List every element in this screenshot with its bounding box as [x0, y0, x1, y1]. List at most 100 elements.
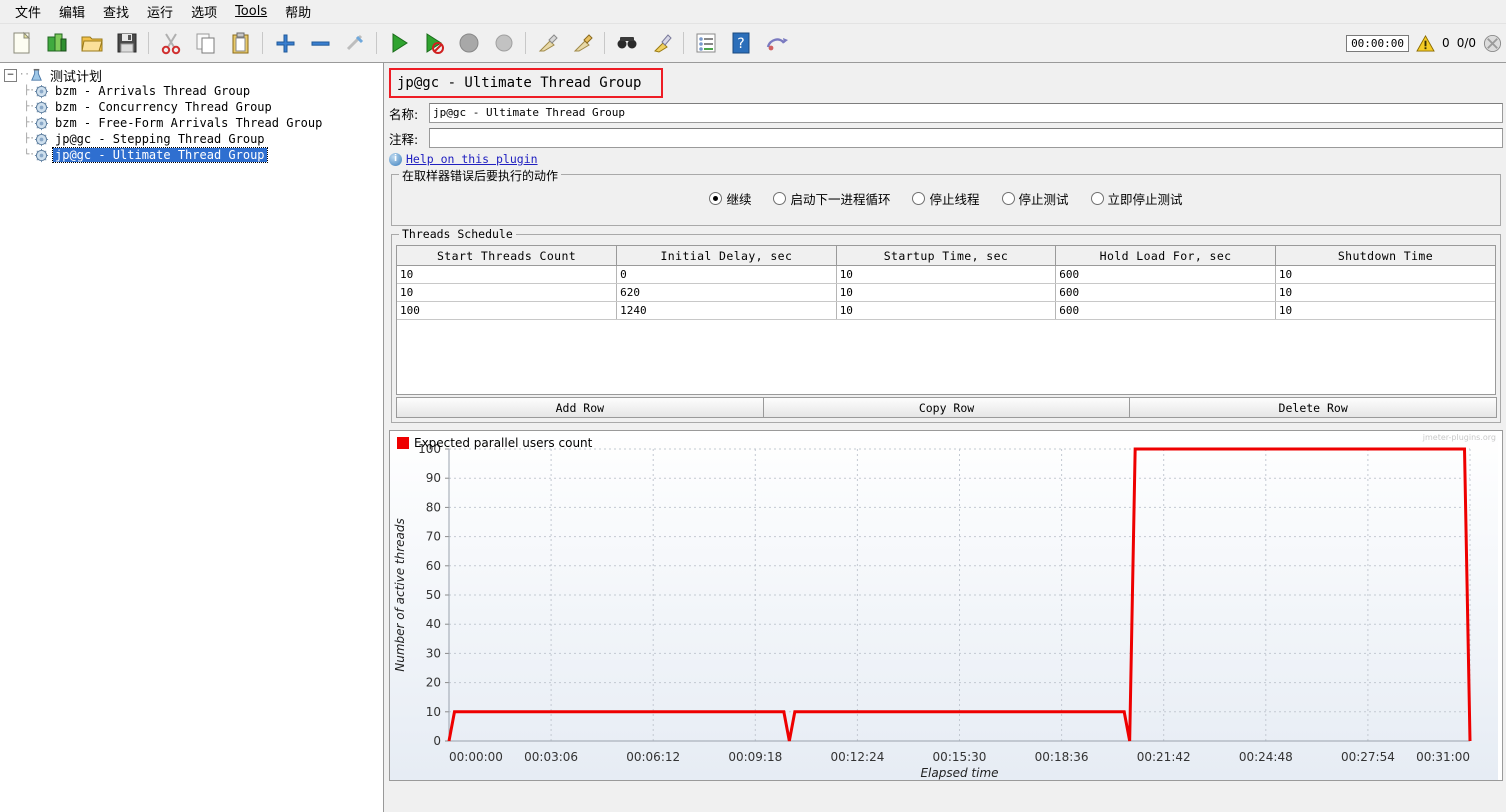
chart-canvas: 010203040506070809010000:00:00 00:03:06 00… [390, 431, 1498, 780]
search-reset-icon[interactable] [645, 27, 678, 59]
column-header-initial-delay[interactable]: Initial Delay, sec [616, 246, 837, 266]
cut-icon[interactable] [154, 27, 187, 59]
toggle-icon[interactable] [338, 27, 371, 59]
column-header-startup-time[interactable]: Startup Time, sec [836, 246, 1057, 266]
tree-root[interactable]: − ·· 测试计划 [0, 67, 383, 85]
open-folder-icon[interactable] [75, 27, 108, 59]
threads-schedule-table-wrapper[interactable]: Start Threads Count Initial Delay, sec S… [396, 245, 1496, 395]
save-icon[interactable] [110, 27, 143, 59]
start-icon[interactable] [382, 27, 415, 59]
delete-row-button[interactable]: Delete Row [1129, 397, 1498, 418]
copy-row-button[interactable]: Copy Row [762, 397, 1131, 418]
warning-count: 0 [1442, 36, 1450, 50]
test-plan-tree[interactable]: − ·· 测试计划 ├· bzm - Arrivals Thread Group [0, 63, 384, 812]
menu-help[interactable]: 帮助 [276, 0, 320, 23]
new-file-icon[interactable] [5, 27, 38, 59]
elapsed-timer: 00:00:00 [1346, 34, 1410, 52]
radio-stop-test[interactable]: 停止测试 [1001, 189, 1069, 208]
threads-schedule-table[interactable]: Start Threads Count Initial Delay, sec S… [397, 246, 1495, 320]
cell-startup-time[interactable]: 10 [836, 265, 1057, 284]
comment-input[interactable] [429, 128, 1503, 148]
menu-search[interactable]: 查找 [94, 0, 138, 23]
toolbar: ? 00:00:00 0 0/0 [0, 24, 1506, 63]
toolbar-separator-4 [521, 28, 530, 58]
cell-startup-time[interactable]: 10 [836, 301, 1057, 320]
tree-item-label: jp@gc - Stepping Thread Group [55, 132, 265, 146]
tree-item-arrivals[interactable]: ├· bzm - Arrivals Thread Group [0, 83, 383, 99]
tree-item-concurrency[interactable]: ├· bzm - Concurrency Thread Group [0, 99, 383, 115]
svg-text:00:09:18: 00:09:18 [728, 750, 782, 764]
clear-all-icon[interactable] [566, 27, 599, 59]
name-input[interactable]: jp@gc - Ultimate Thread Group [429, 103, 1503, 123]
cell-hold-load[interactable]: 600 [1055, 265, 1276, 284]
cell-start-threads[interactable]: 10 [397, 265, 618, 284]
expected-users-chart: Expected parallel users count jmeter-plu… [389, 430, 1503, 781]
start-no-pauses-icon[interactable] [417, 27, 450, 59]
help-on-plugin-link[interactable]: Help on this plugin [406, 152, 538, 166]
column-header-hold-load[interactable]: Hold Load For, sec [1055, 246, 1276, 266]
cell-start-threads[interactable]: 10 [397, 283, 618, 302]
cell-shutdown-time[interactable]: 10 [1275, 265, 1495, 284]
search-icon[interactable] [610, 27, 643, 59]
disabled-icon[interactable] [1483, 34, 1502, 53]
menu-edit[interactable]: 编辑 [50, 0, 94, 23]
tree-item-free-form-arrivals[interactable]: ├· bzm - Free-Form Arrivals Thread Group [0, 115, 383, 131]
tree-line: ├· [24, 102, 35, 112]
menu-options[interactable]: 选项 [182, 0, 226, 23]
svg-text:40: 40 [426, 617, 441, 631]
stop-icon[interactable] [452, 27, 485, 59]
svg-text:00:31:00: 00:31:00 [1416, 750, 1470, 764]
svg-text:?: ? [737, 36, 744, 52]
copy-icon[interactable] [189, 27, 222, 59]
tree-item-label: bzm - Arrivals Thread Group [55, 84, 251, 98]
add-row-button[interactable]: Add Row [396, 397, 764, 418]
shutdown-icon[interactable] [487, 27, 520, 59]
cell-shutdown-time[interactable]: 10 [1275, 283, 1495, 302]
expand-icon[interactable] [268, 27, 301, 59]
menu-tools[interactable]: Tools [226, 2, 276, 21]
undo-redo-icon[interactable] [759, 27, 792, 59]
menu-file[interactable]: 文件 [6, 0, 50, 23]
radio-stop-thread[interactable]: 停止线程 [912, 189, 980, 208]
error-action-legend: 在取样器错误后要执行的动作 [399, 167, 562, 184]
cell-initial-delay[interactable]: 1240 [616, 301, 837, 320]
paste-icon[interactable] [224, 27, 257, 59]
table-row[interactable]: 100 1240 10 600 10 [397, 301, 1495, 320]
thread-group-icon [34, 100, 49, 114]
help-icon[interactable]: ? [724, 27, 757, 59]
info-icon: i [389, 152, 402, 166]
cell-hold-load[interactable]: 600 [1055, 283, 1276, 302]
svg-text:00:18:36: 00:18:36 [1035, 750, 1089, 764]
column-header-start-threads[interactable]: Start Threads Count [397, 246, 618, 266]
thread-group-icon [34, 132, 49, 146]
cell-hold-load[interactable]: 600 [1055, 301, 1276, 320]
threads-schedule-legend: Threads Schedule [399, 227, 516, 241]
radio-stop-test-now[interactable]: 立即停止测试 [1090, 189, 1183, 208]
radio-start-next-loop[interactable]: 启动下一进程循环 [773, 189, 890, 208]
svg-text:00:15:30: 00:15:30 [933, 750, 987, 764]
templates-icon[interactable] [40, 27, 73, 59]
table-row[interactable]: 10 0 10 600 10 [397, 265, 1495, 284]
menu-run[interactable]: 运行 [138, 0, 182, 23]
collapse-icon[interactable] [303, 27, 336, 59]
clear-icon[interactable] [531, 27, 564, 59]
tree-line: ├· [24, 118, 35, 128]
threads-schedule-group: Threads Schedule Start Threads Count Ini… [391, 227, 1501, 423]
svg-text:50: 50 [426, 588, 441, 602]
table-row[interactable]: 10 620 10 600 10 [397, 283, 1495, 302]
cell-startup-time[interactable]: 10 [836, 283, 1057, 302]
main-split: − ·· 测试计划 ├· bzm - Arrivals Thread Group [0, 63, 1506, 812]
cell-initial-delay[interactable]: 620 [616, 283, 837, 302]
radio-label: 继续 [726, 192, 752, 207]
svg-text:90: 90 [426, 471, 441, 485]
cell-shutdown-time[interactable]: 10 [1275, 301, 1495, 320]
tree-item-ultimate[interactable]: └· jp@gc - Ultimate Thread Group [0, 147, 383, 163]
cell-initial-delay[interactable]: 0 [616, 265, 837, 284]
cell-start-threads[interactable]: 100 [397, 301, 618, 320]
radio-continue[interactable]: 继续 [709, 189, 751, 208]
column-header-shutdown-time[interactable]: Shutdown Time [1275, 246, 1495, 266]
tree-line: ├· [24, 86, 35, 96]
expand-collapse-handle[interactable]: − [4, 68, 17, 82]
function-helper-icon[interactable] [689, 27, 722, 59]
tree-item-stepping[interactable]: ├· jp@gc - Stepping Thread Group [0, 131, 383, 147]
